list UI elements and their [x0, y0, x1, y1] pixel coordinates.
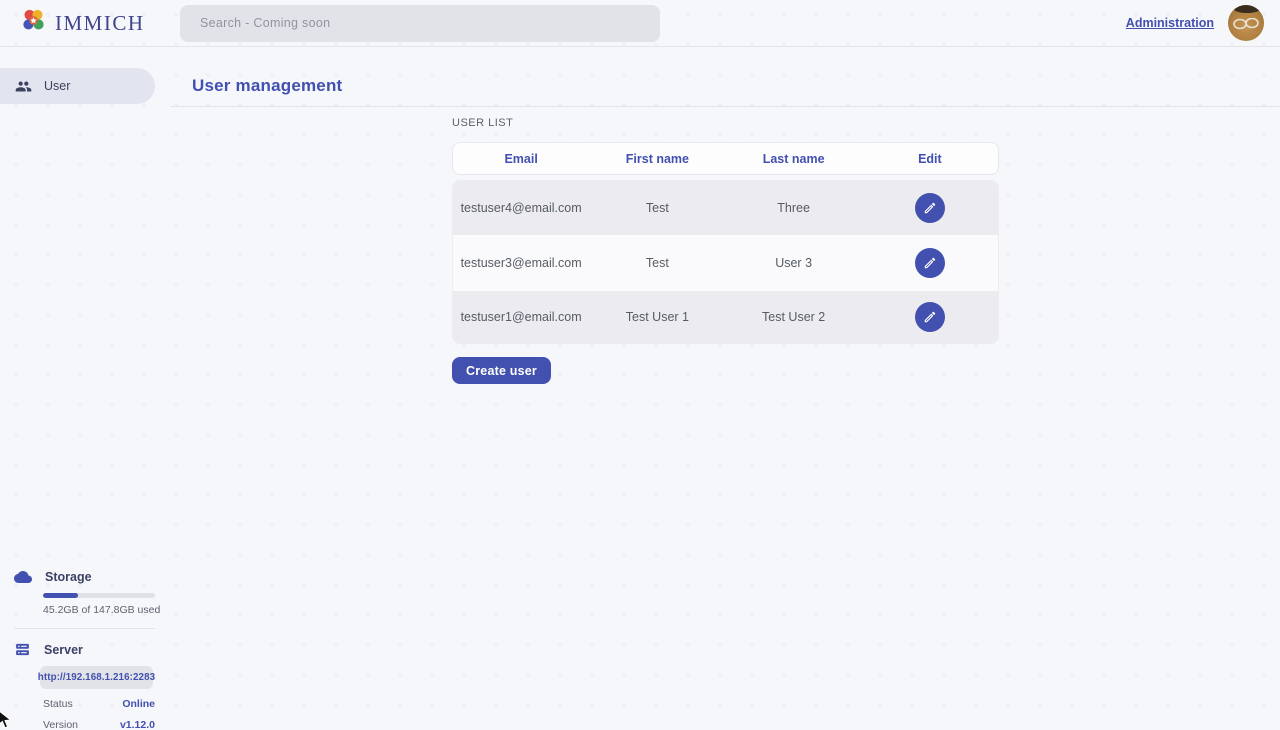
server-url-badge: http://192.168.1.216:2283	[40, 666, 153, 689]
table-row: testuser4@email.com Test Three	[453, 181, 998, 235]
user-avatar[interactable]	[1228, 5, 1264, 41]
brand[interactable]: IMMICH	[0, 7, 160, 39]
top-header: IMMICH Administration	[0, 0, 1280, 47]
server-title: Server	[44, 643, 83, 657]
storage-progress-fill	[43, 593, 78, 598]
cell-last-name: Three	[726, 201, 862, 215]
users-icon	[15, 78, 32, 95]
cell-email: testuser1@email.com	[453, 310, 589, 324]
content-divider	[170, 106, 1280, 107]
storage-title: Storage	[45, 570, 92, 584]
column-header-email: Email	[453, 152, 589, 166]
sidebar-divider	[14, 628, 155, 629]
server-version-label: Version	[43, 719, 78, 730]
storage-progress-bar	[43, 593, 155, 598]
sidebar-item-label: User	[44, 79, 70, 93]
pencil-icon	[923, 310, 937, 324]
server-status-value: Online	[122, 698, 155, 710]
cell-email: testuser3@email.com	[453, 256, 589, 270]
edit-user-button[interactable]	[915, 302, 945, 332]
table-header-row: Email First name Last name Edit	[452, 142, 999, 175]
column-header-first-name: First name	[589, 152, 725, 166]
create-user-button[interactable]: Create user	[452, 357, 551, 384]
column-header-last-name: Last name	[726, 152, 862, 166]
brand-title: IMMICH	[55, 11, 145, 36]
cell-first-name: Test User 1	[589, 310, 725, 324]
cell-last-name: Test User 2	[726, 310, 862, 324]
page-title: User management	[192, 76, 342, 96]
table-row: testuser1@email.com Test User 1 Test Use…	[453, 289, 998, 343]
sidebar-footer: Storage 45.2GB of 147.8GB used Server ht…	[0, 568, 170, 730]
column-header-edit: Edit	[862, 152, 998, 166]
server-icon	[14, 641, 31, 658]
cell-last-name: User 3	[726, 256, 862, 270]
edit-user-button[interactable]	[915, 193, 945, 223]
table-row: testuser3@email.com Test User 3	[453, 235, 998, 289]
user-table: Email First name Last name Edit testuser…	[452, 142, 999, 344]
cloud-icon	[14, 568, 32, 586]
search-input[interactable]	[180, 5, 660, 42]
pencil-icon	[923, 256, 937, 270]
cell-email: testuser4@email.com	[453, 201, 589, 215]
edit-user-button[interactable]	[915, 248, 945, 278]
pencil-icon	[923, 201, 937, 215]
administration-link[interactable]: Administration	[1126, 16, 1214, 30]
server-status-label: Status	[43, 698, 73, 710]
server-url: http://192.168.1.216:2283	[38, 672, 155, 683]
server-version-value: v1.12.0	[120, 719, 155, 730]
user-list-label: USER LIST	[452, 117, 513, 129]
table-body: testuser4@email.com Test Three testuser3…	[452, 180, 999, 344]
sidebar-item-user[interactable]: User	[0, 68, 155, 104]
cell-first-name: Test	[589, 256, 725, 270]
immich-logo-icon	[20, 7, 47, 39]
storage-usage-text: 45.2GB of 147.8GB used	[43, 604, 170, 616]
cell-first-name: Test	[589, 201, 725, 215]
